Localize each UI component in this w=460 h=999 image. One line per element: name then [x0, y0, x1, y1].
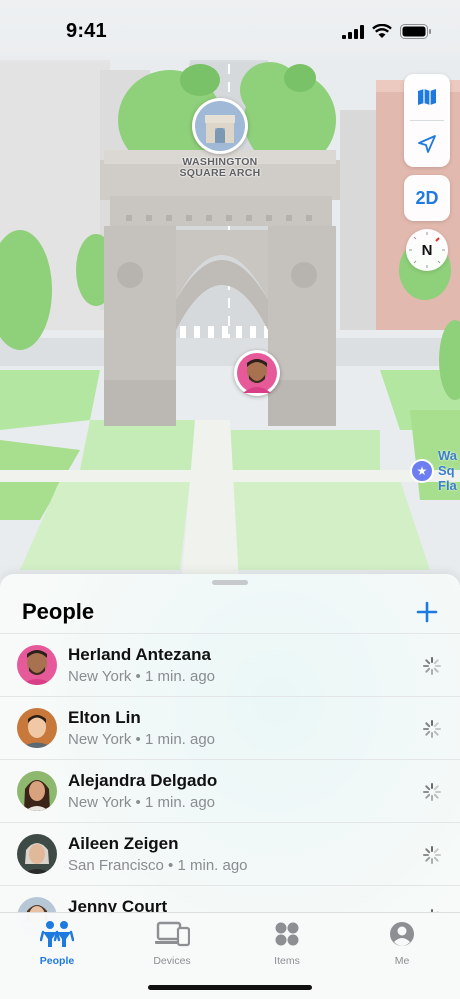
person-updated-time: 1 min. ago	[177, 857, 248, 874]
tab-icon-container	[17, 919, 97, 949]
meta-separator: •	[135, 794, 141, 811]
home-indicator[interactable]	[148, 985, 312, 990]
tab-items[interactable]: Items	[247, 919, 327, 967]
avatar-image	[17, 645, 57, 685]
person-meta: New York • 1 min. ago	[68, 793, 217, 813]
map-scene[interactable]	[0, 0, 460, 600]
person-name: Aileen Zeigen	[68, 834, 179, 853]
person-name: Herland Antezana	[68, 645, 211, 664]
person-row-herland-antezana[interactable]: Herland Antezana New York • 1 min. ago	[0, 633, 460, 696]
avatar-image	[17, 708, 57, 748]
battery-icon	[400, 24, 431, 39]
sheet-header: People	[22, 592, 442, 632]
person-meta: New York • 1 min. ago	[68, 730, 215, 750]
tab-icon-container	[132, 919, 212, 949]
map-controls: 2D N	[404, 74, 450, 271]
person-location: San Francisco	[68, 857, 164, 874]
person-text: Herland Antezana New York • 1 min. ago	[68, 644, 215, 687]
status-time: 9:41	[66, 20, 107, 42]
map-view[interactable]: 9:41 WASHINGTON SQUARE ARCH ★ Wa Sq Fla …	[0, 0, 460, 600]
landmark-pin[interactable]	[192, 98, 248, 154]
sheet-grabber[interactable]	[212, 580, 248, 585]
me-icon	[390, 922, 414, 946]
meta-separator: •	[135, 731, 141, 748]
cellular-signal-icon	[342, 24, 364, 39]
tab-label: Me	[394, 955, 410, 967]
tab-label: Items	[274, 955, 300, 967]
items-icon	[275, 922, 299, 946]
avatar	[17, 834, 57, 874]
map-icon	[418, 89, 436, 105]
loading-spinner-icon	[423, 720, 441, 738]
map-mode-button[interactable]	[404, 74, 450, 120]
avatar-image	[17, 771, 57, 811]
person-text: Elton Lin New York • 1 min. ago	[68, 707, 215, 750]
avatar	[17, 645, 57, 685]
avatar	[17, 708, 57, 748]
person-updated-time: 1 min. ago	[144, 794, 216, 811]
avatar	[17, 771, 57, 811]
person-meta: New York • 1 min. ago	[68, 667, 215, 687]
person-updated-time: 1 min. ago	[144, 668, 216, 685]
person-meta: San Francisco • 1 min. ago	[68, 856, 248, 876]
tab-icon-container	[362, 919, 442, 949]
star-icon[interactable]: ★	[410, 459, 434, 483]
person-location: New York	[68, 794, 132, 811]
person-row-alejandra-delgado[interactable]: Alejandra Delgado New York • 1 min. ago	[0, 759, 460, 822]
people-icon	[40, 921, 74, 947]
people-list: Herland Antezana New York • 1 min. ago E…	[0, 633, 460, 948]
current-location-button[interactable]	[404, 121, 450, 167]
person-row-aileen-zeigen[interactable]: Aileen Zeigen San Francisco • 1 min. ago	[0, 822, 460, 885]
add-person-button[interactable]	[412, 597, 442, 627]
avatar	[237, 353, 277, 393]
tab-label: Devices	[153, 955, 191, 967]
location-arrow-icon	[418, 135, 436, 153]
person-location: New York	[68, 731, 132, 748]
loading-spinner-icon	[423, 657, 441, 675]
person-location-pin[interactable]	[234, 350, 280, 396]
arch-landmark-icon	[195, 101, 245, 151]
compass-ticks-icon	[409, 232, 445, 268]
landmark-label: WASHINGTON SQUARE ARCH	[150, 157, 290, 179]
poi-label[interactable]: Wa Sq Fla	[438, 448, 460, 493]
person-name: Alejandra Delgado	[68, 771, 218, 790]
map-control-group	[404, 74, 450, 167]
tab-people[interactable]: People	[17, 919, 97, 967]
landmark-label-line2: SQUARE ARCH	[179, 167, 261, 179]
person-updated-time: 1 min. ago	[144, 731, 216, 748]
meta-separator: •	[135, 668, 141, 685]
compass-button[interactable]: N	[406, 229, 448, 271]
status-bar: 9:41	[0, 0, 460, 64]
plus-icon	[416, 601, 438, 623]
status-icons	[342, 24, 432, 39]
tab-label: People	[39, 955, 75, 967]
loading-spinner-icon	[423, 846, 441, 864]
person-text: Alejandra Delgado New York • 1 min. ago	[68, 770, 217, 813]
person-location: New York	[68, 668, 132, 685]
tab-devices[interactable]: Devices	[132, 919, 212, 967]
person-text: Aileen Zeigen San Francisco • 1 min. ago	[68, 833, 248, 876]
person-row-elton-lin[interactable]: Elton Lin New York • 1 min. ago	[0, 696, 460, 759]
view-toggle-2d-button[interactable]: 2D	[404, 175, 450, 221]
person-name: Elton Lin	[68, 708, 141, 727]
loading-spinner-icon	[423, 783, 441, 801]
tab-icon-container	[247, 919, 327, 949]
meta-separator: •	[168, 857, 174, 874]
tab-me[interactable]: Me	[362, 919, 442, 967]
avatar-image	[17, 834, 57, 874]
sheet-title: People	[22, 599, 95, 624]
tab-bar: People Devices Items Me	[0, 912, 460, 999]
wifi-icon	[372, 24, 392, 38]
devices-icon	[155, 921, 190, 947]
